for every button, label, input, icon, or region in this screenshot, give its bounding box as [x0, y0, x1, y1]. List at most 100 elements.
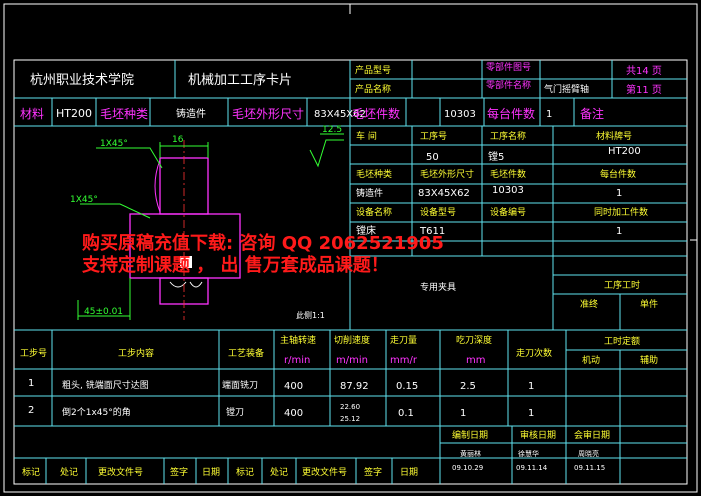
card-title: 机械加工工序卡片 — [188, 73, 292, 88]
process-no-value: 50 — [426, 152, 439, 163]
workshop-label: 车 间 — [356, 130, 377, 142]
ri-per-unit-value: 1 — [616, 188, 622, 199]
page-no: 第11 页 — [626, 83, 662, 96]
review-date: 09.11.14 — [516, 464, 548, 472]
hdr-machine: 机动 — [582, 354, 600, 366]
hdr-aux: 辅助 — [640, 354, 658, 366]
row1-content: 粗头, 铣端面尺寸达图 — [62, 379, 149, 391]
row2-speed-b: 25.12 — [340, 415, 360, 423]
dim-chamfer-left: 1X45° — [70, 195, 98, 205]
equipment-no-label: 设备编号 — [490, 206, 526, 218]
row1-tool: 端面铣刀 — [222, 379, 258, 391]
ri-blank-type-value: 铸造件 — [356, 187, 383, 199]
dim-chamfer-top: 1X45° — [100, 139, 128, 149]
process-name-label: 工序名称 — [490, 130, 526, 142]
equipment-name-label: 设备名称 — [356, 206, 392, 218]
product-model-label: 产品型号 — [355, 64, 391, 76]
compiler: 黄丽林 — [460, 449, 481, 458]
compile-label: 编制日期 — [452, 429, 488, 441]
watermark-line1: 购买原稿充值下载: 咨询 QQ 2062521905 — [82, 232, 444, 254]
row2-spindle: 400 — [284, 408, 303, 419]
reviewer: 徐慧华 — [518, 449, 539, 458]
hdr-passes: 走刀次数 — [516, 347, 552, 359]
work-hours-label: 工序工时 — [604, 279, 640, 291]
roughness-value: 12.5 — [322, 125, 342, 135]
hdr-equipment: 工艺装备 — [228, 347, 264, 359]
material-label: 材料 — [20, 107, 44, 121]
surface-note: 此侧1:1 — [296, 310, 325, 320]
hdr-step-content: 工步内容 — [118, 347, 154, 359]
sign-label: 会审日期 — [574, 429, 610, 441]
footer-place-2: 处记 — [270, 466, 288, 478]
process-name-value: 镗5 — [488, 150, 504, 163]
row2-tool: 镗刀 — [226, 406, 244, 418]
footer-mark-2: 标记 — [236, 466, 254, 478]
product-name-label: 产品名称 — [355, 83, 391, 95]
per-unit-label: 每台件数 — [487, 106, 535, 121]
hdr-depth-unit: mm — [466, 355, 485, 366]
simul-value: 1 — [616, 226, 622, 237]
sign-date: 09.11.15 — [574, 464, 605, 472]
chamfer-arc — [154, 159, 161, 213]
school-name: 杭州职业技术学院 — [30, 72, 134, 88]
blank-count-label: 毛坯件数 — [352, 106, 400, 121]
blank-type-label: 毛坯种类 — [100, 107, 148, 121]
signer: 周晓亮 — [578, 449, 599, 458]
footer-place-1: 处记 — [60, 466, 78, 478]
hdr-feed: 走刀量 — [390, 335, 417, 346]
ri-blank-count-label: 毛坯件数 — [490, 168, 526, 180]
row2-content: 倒2个1x45°的角 — [62, 406, 131, 418]
ri-blank-size-value: 83X45X62 — [418, 188, 470, 199]
row1-speed: 87.92 — [340, 381, 369, 392]
prep-label: 准终 — [580, 298, 598, 310]
hdr-cut-speed-unit: m/min — [336, 355, 368, 366]
review-label: 审核日期 — [520, 429, 556, 441]
blank-size-label: 毛坯外形尺寸 — [232, 107, 304, 121]
per-unit-value: 1 — [546, 109, 552, 120]
row2-passes: 1 — [528, 408, 534, 419]
simul-label: 同时加工件数 — [594, 206, 648, 218]
ri-blank-count-value: 10303 — [492, 185, 524, 196]
row1-passes: 1 — [528, 381, 534, 392]
hdr-depth: 吃刀深度 — [456, 334, 492, 346]
dim-16: 16 — [172, 135, 184, 145]
footer-mark-1: 标记 — [22, 466, 40, 478]
blank-count-value: 10303 — [444, 109, 476, 120]
footer-date-2: 日期 — [400, 467, 418, 478]
fixture-label: 专用夹具 — [420, 281, 456, 293]
row2-feed: 0.1 — [398, 408, 414, 419]
ri-per-unit-label: 每台件数 — [600, 168, 636, 180]
row1-depth: 2.5 — [460, 381, 476, 392]
total-pages: 共14 页 — [626, 65, 662, 77]
part-name-value: 气门摇臂轴 — [544, 83, 589, 95]
dimension-lines — [77, 133, 344, 320]
part-sketch — [77, 133, 344, 320]
footer-sign-1: 签字 — [170, 466, 188, 478]
row1-spindle: 400 — [284, 381, 303, 392]
row2-speed-a: 22.60 — [340, 403, 360, 411]
unit-label: 单件 — [640, 298, 658, 310]
hdr-feed-unit: mm/r — [390, 355, 418, 366]
material-no-label: 材料牌号 — [596, 130, 632, 142]
hdr-step-no: 工步号 — [20, 348, 47, 359]
footer-sign-2: 签字 — [364, 466, 382, 478]
footer-date-1: 日期 — [202, 467, 220, 478]
compile-date: 09.10.29 — [452, 464, 483, 472]
footer-doc-1: 更改文件号 — [98, 466, 143, 478]
part-no-label: 零部件图号 — [486, 61, 531, 73]
row2-no: 2 — [28, 405, 34, 416]
material-no-value: HT200 — [608, 146, 641, 157]
material-value: HT200 — [56, 107, 92, 120]
hdr-spindle: 主轴转速 — [280, 334, 316, 346]
part-name-label: 零部件名称 — [486, 79, 531, 91]
hdr-spindle-unit: r/min — [284, 355, 310, 366]
equipment-model-label: 设备型号 — [420, 206, 456, 218]
hdr-quota: 工时定额 — [604, 335, 640, 347]
hdr-cut-speed: 切削速度 — [334, 334, 370, 346]
row1-feed: 0.15 — [396, 381, 418, 392]
footer-doc-2: 更改文件号 — [302, 466, 347, 478]
blank-type-value: 铸造件 — [176, 107, 206, 120]
process-card-drawing: 杭州职业技术学院 机械加工工序卡片 产品型号 产品名称 零部件图号 零部件名称 … — [3, 3, 698, 493]
dim-45: 45±0.01 — [84, 307, 123, 317]
row1-no: 1 — [28, 378, 34, 389]
